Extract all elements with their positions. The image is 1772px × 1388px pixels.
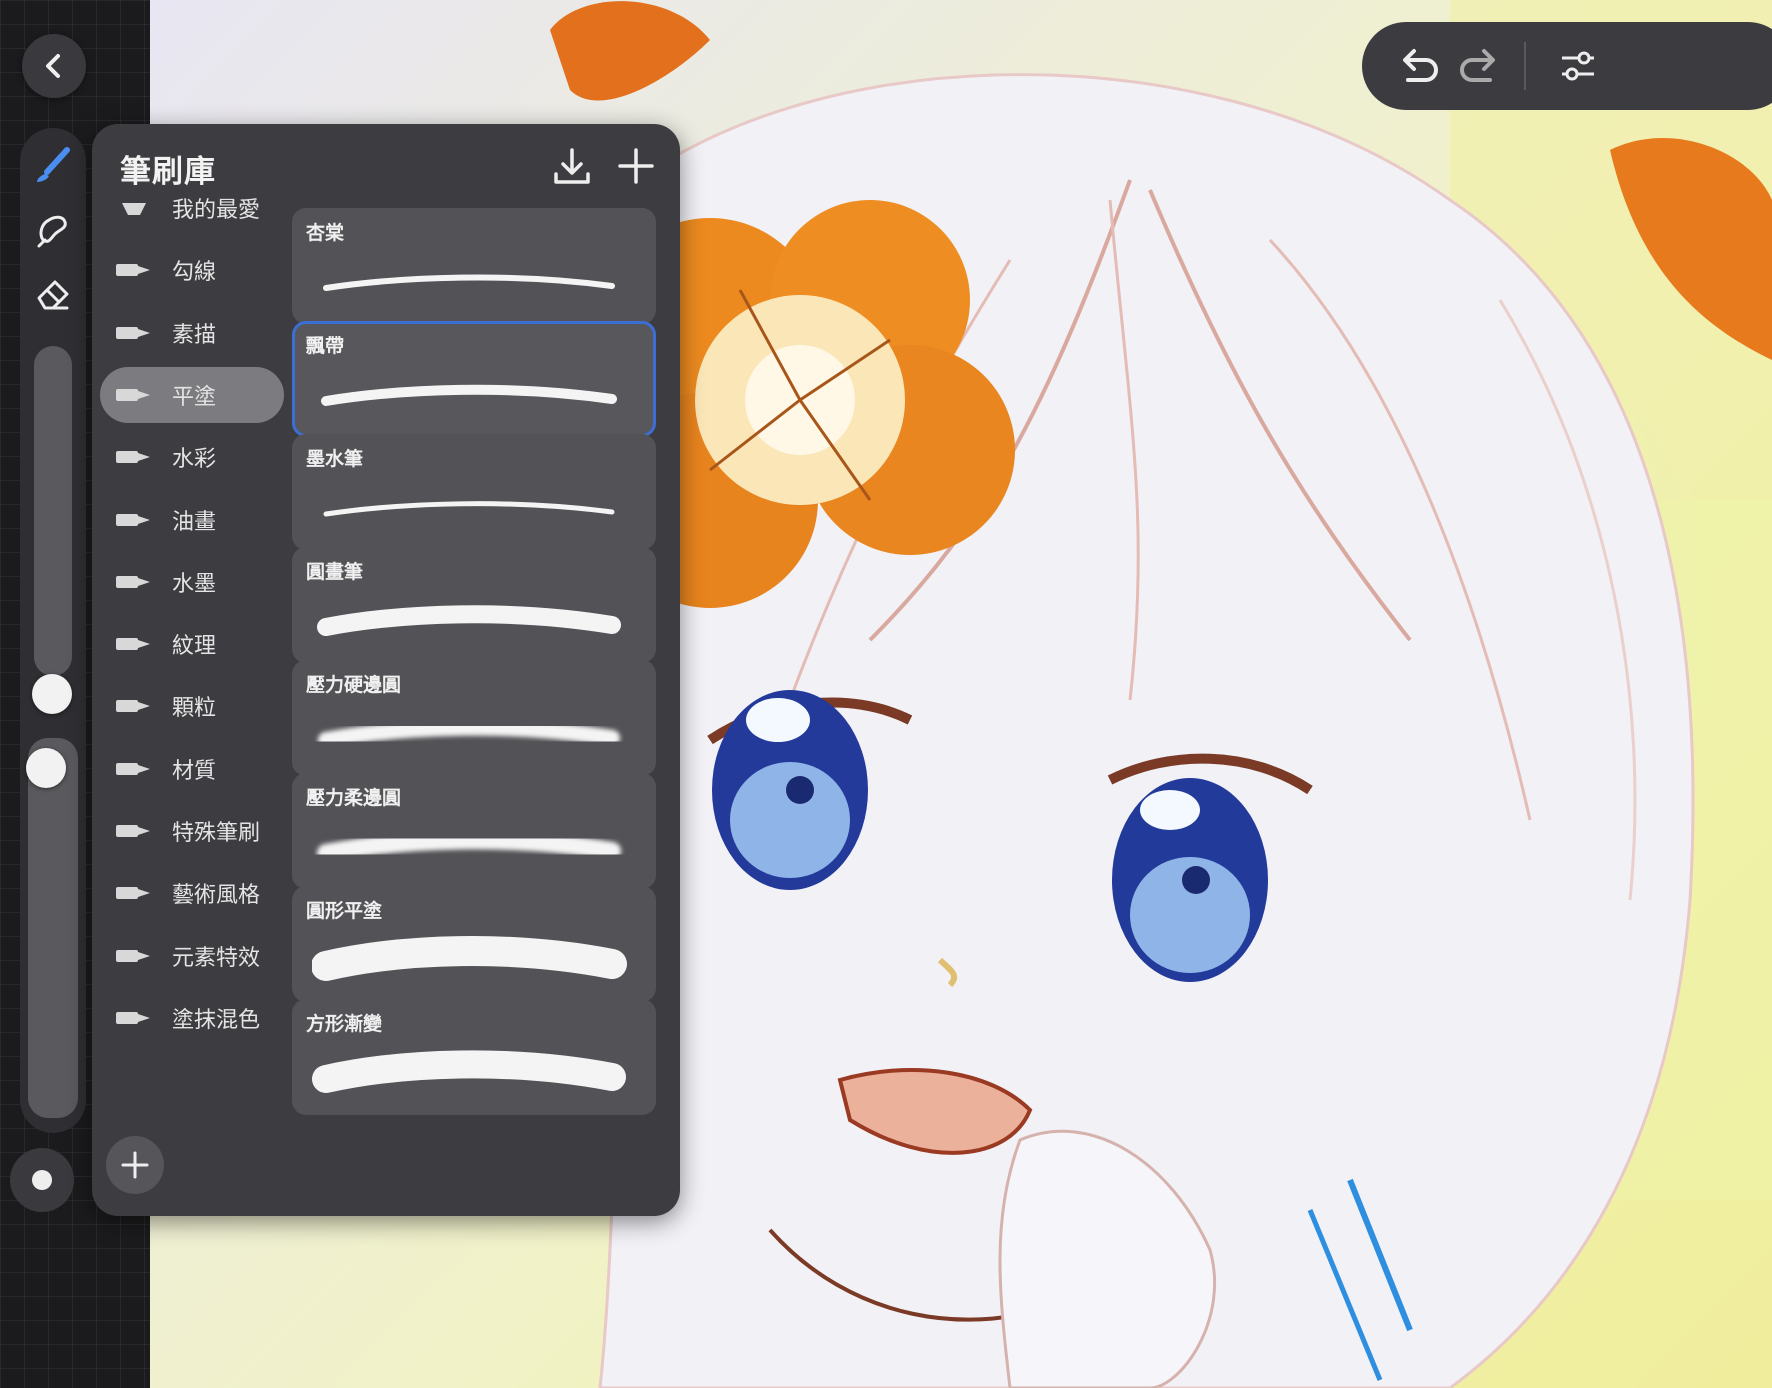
- category-item[interactable]: 平塗: [100, 366, 284, 423]
- brush-category-icon: [114, 571, 156, 593]
- category-label: 顆粒: [172, 696, 217, 722]
- brush-name: 壓力柔邊圓: [306, 787, 402, 809]
- brush-icon: [37, 147, 70, 182]
- brush-name: 飄帶: [306, 335, 345, 357]
- brush-card[interactable]: 壓力柔邊圓: [292, 773, 656, 889]
- redo-icon[interactable]: [1458, 48, 1500, 84]
- category-label: 我的最愛: [172, 198, 261, 223]
- brush-card[interactable]: 圓畫筆: [292, 547, 656, 663]
- category-label: 材質: [172, 758, 217, 784]
- brush-size-slider[interactable]: [34, 346, 72, 676]
- brush-stroke-preview: [321, 384, 617, 406]
- category-item[interactable]: 水彩: [100, 429, 284, 485]
- brush-category-icon: [114, 820, 156, 842]
- undo-icon[interactable]: [1398, 48, 1440, 84]
- brush-card[interactable]: 飄帶: [292, 321, 656, 437]
- category-item[interactable]: 水墨: [100, 554, 284, 610]
- back-button[interactable]: [22, 34, 86, 98]
- smudge-tool-button[interactable]: [33, 210, 73, 250]
- brush-stroke-preview: [323, 274, 615, 291]
- history-toolbar: [1362, 22, 1772, 110]
- brush-card[interactable]: 方形漸變: [292, 999, 656, 1115]
- download-icon[interactable]: [550, 144, 594, 188]
- brush-stroke-preview: [312, 1050, 626, 1093]
- category-item[interactable]: 油畫: [100, 492, 284, 548]
- brush-category-icon: [114, 882, 156, 904]
- eraser-icon: [37, 280, 69, 310]
- brush-category-icon: [114, 509, 156, 531]
- category-label: 紋理: [172, 634, 217, 660]
- category-item[interactable]: 材質: [100, 741, 284, 797]
- brush-category-icon: [114, 633, 156, 655]
- brush-name: 圓畫筆: [306, 561, 364, 583]
- category-item[interactable]: 藝術風格: [100, 865, 284, 921]
- eraser-tool-button[interactable]: [33, 274, 73, 314]
- adjustments-icon[interactable]: [1558, 46, 1598, 86]
- brush-stroke-preview: [318, 719, 620, 748]
- brush-name: 方形漸變: [306, 1013, 383, 1035]
- category-label: 特殊筆刷: [172, 821, 261, 846]
- brush-category-icon: [114, 758, 156, 780]
- category-label: 水墨: [172, 571, 217, 597]
- brush-card[interactable]: 墨水筆: [292, 434, 656, 550]
- category-label: 油畫: [172, 509, 217, 535]
- category-item[interactable]: 特殊筆刷: [100, 803, 284, 859]
- brush-card[interactable]: 杏棠: [292, 208, 656, 324]
- favorites-icon: [114, 197, 156, 219]
- brush-tool-button[interactable]: [33, 146, 73, 186]
- brush-category-icon: [114, 384, 156, 406]
- category-item[interactable]: 勾線: [100, 242, 284, 298]
- plus-icon: [121, 1151, 149, 1179]
- brush-stroke-preview: [323, 501, 615, 517]
- category-item[interactable]: 紋理: [100, 616, 284, 672]
- brush-name: 圓形平塗: [306, 900, 383, 922]
- category-label: 素描: [172, 322, 217, 348]
- brush-category-icon: [114, 945, 156, 967]
- opacity-knob[interactable]: [26, 748, 66, 788]
- tool-rail: [20, 128, 86, 1133]
- category-label: 元素特效: [172, 945, 261, 971]
- brush-stroke-preview: [317, 605, 621, 636]
- brush-stroke-preview: [317, 831, 621, 862]
- category-item[interactable]: 我的最愛: [100, 180, 284, 236]
- brush-stroke-preview: [312, 936, 627, 981]
- category-item[interactable]: 塗抹混色: [100, 990, 284, 1046]
- brush-card[interactable]: 圓形平塗: [292, 886, 656, 1002]
- add-category-button[interactable]: [106, 1136, 164, 1194]
- category-label: 勾線: [172, 260, 217, 286]
- category-item[interactable]: 顆粒: [100, 678, 284, 734]
- opacity-slider[interactable]: [28, 738, 78, 1118]
- color-dot-button[interactable]: [10, 1148, 74, 1212]
- category-item[interactable]: 元素特效: [100, 928, 284, 984]
- brush-category-icon: [114, 259, 156, 281]
- smudge-icon: [37, 215, 67, 248]
- category-label: 塗抹混色: [172, 1007, 261, 1033]
- category-label: 平塗: [172, 384, 217, 410]
- chevron-left-icon: [46, 54, 60, 78]
- brush-card[interactable]: 壓力硬邊圓: [292, 660, 656, 776]
- brush-category-icon: [114, 695, 156, 717]
- brush-category-icon: [114, 446, 156, 468]
- category-item[interactable]: 素描: [100, 305, 284, 361]
- plus-icon[interactable]: [614, 144, 658, 188]
- color-dot: [32, 1170, 52, 1190]
- brush-size-knob[interactable]: [32, 674, 72, 714]
- brush-name: 壓力硬邊圓: [306, 674, 402, 696]
- category-label: 藝術風格: [172, 883, 261, 909]
- brush-library-panel: 筆刷庫 我的最愛 勾線 素描 平塗 水彩 油畫 水墨 紋理 顆粒 材質 特殊筆刷 藝術風格 元素特效 塗抹…: [92, 124, 680, 1216]
- category-label: 水彩: [172, 447, 217, 473]
- brush-category-icon: [114, 1007, 156, 1029]
- brush-name: 杏棠: [306, 222, 345, 244]
- brush-category-icon: [114, 322, 156, 344]
- toolbar-divider: [1524, 42, 1526, 90]
- brush-name: 墨水筆: [306, 448, 364, 470]
